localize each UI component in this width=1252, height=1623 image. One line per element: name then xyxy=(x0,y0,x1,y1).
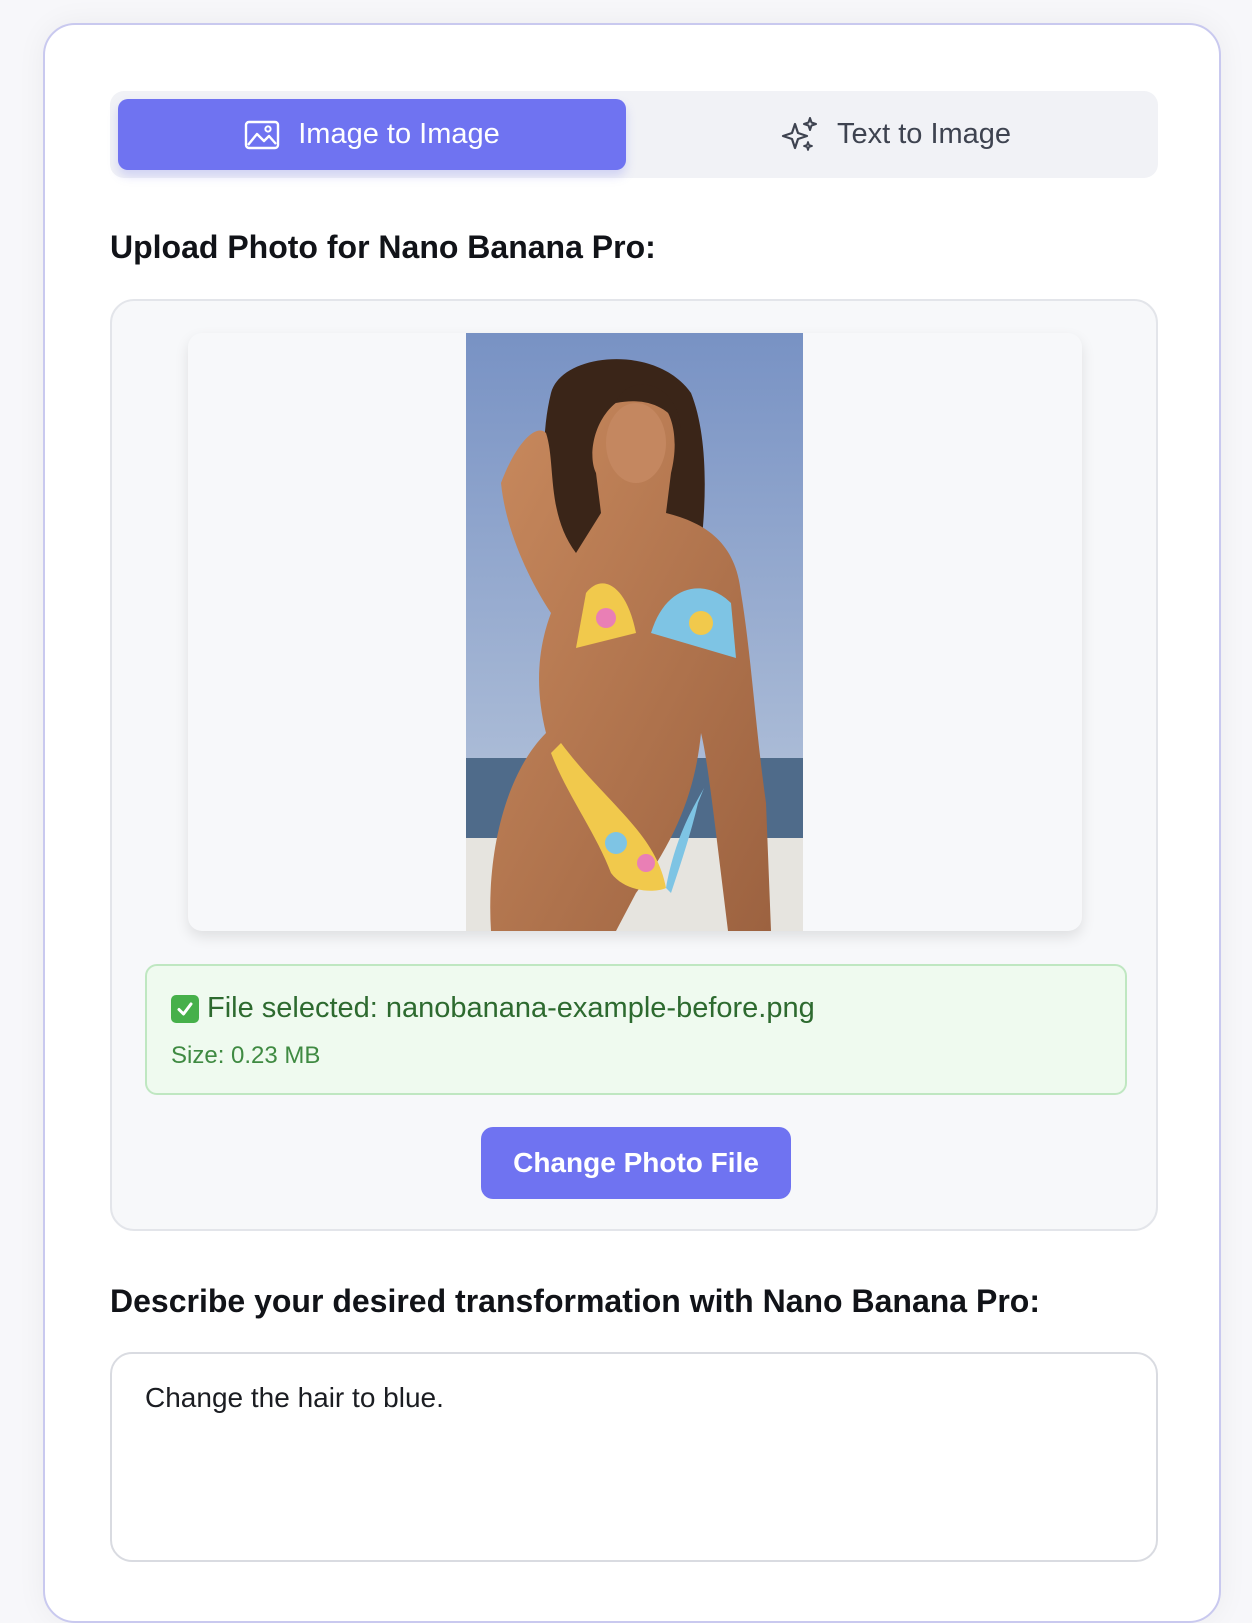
mode-tabs: Image to Image Text to Image xyxy=(110,91,1158,178)
file-selected-line: File selected: nanobanana-example-before… xyxy=(171,992,815,1025)
sparkles-icon xyxy=(781,116,819,154)
upload-heading: Upload Photo for Nano Banana Pro: xyxy=(110,229,656,265)
prompt-heading: Describe your desired transformation wit… xyxy=(110,1283,1040,1319)
file-name: nanobanana-example-before.png xyxy=(385,992,815,1024)
file-selected-label: File selected: xyxy=(207,992,378,1024)
tab-text-to-image[interactable]: Text to Image xyxy=(642,99,1150,170)
image-icon xyxy=(244,120,280,150)
tab-label: Image to Image xyxy=(298,118,500,150)
image-preview xyxy=(188,333,1082,931)
tab-image-to-image[interactable]: Image to Image xyxy=(118,99,626,170)
upload-area[interactable]: File selected: nanobanana-example-before… xyxy=(110,299,1158,1231)
file-size: Size: 0.23 MB xyxy=(171,1042,321,1069)
main-card: Image to Image Text to Image Upload Phot… xyxy=(43,23,1221,1623)
prompt-textarea[interactable]: Change the hair to blue. xyxy=(110,1352,1158,1562)
checkmark-icon xyxy=(171,994,199,1023)
change-photo-button[interactable]: Change Photo File xyxy=(481,1127,791,1199)
tab-label: Text to Image xyxy=(836,118,1012,150)
file-selected-notice: File selected: nanobanana-example-before… xyxy=(145,964,1127,1095)
prompt-value: Change the hair to blue. xyxy=(145,1382,444,1413)
uploaded-photo xyxy=(466,333,803,931)
